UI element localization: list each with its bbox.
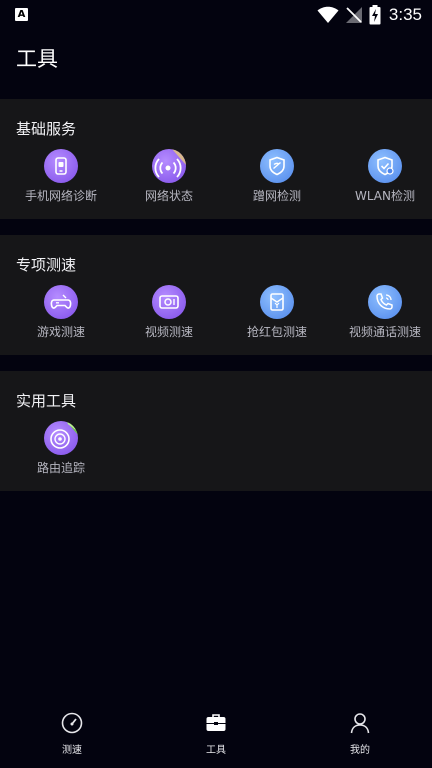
nav-label: 工具: [206, 745, 226, 756]
red-packet-icon: [260, 285, 294, 319]
gamepad-icon: [44, 285, 78, 319]
tool-wifi-leech-detection[interactable]: 蹭网检测: [223, 149, 331, 207]
network-status-icon: [152, 149, 186, 183]
tool-phone-network-diagnosis[interactable]: 手机网络诊断: [7, 149, 115, 207]
route-trace-icon: [44, 421, 78, 455]
wifi-leech-shield-icon: [260, 149, 294, 183]
status-bar: A 3:35: [0, 0, 432, 30]
section-title: 基础服务: [16, 120, 77, 138]
nav-mine[interactable]: 我的: [330, 712, 390, 756]
page-title: 工具: [16, 47, 58, 71]
tool-label: WLAN检测: [354, 189, 415, 203]
tool-game-speedtest[interactable]: 游戏测速: [7, 285, 115, 343]
toolbox-icon: [206, 714, 226, 731]
speedometer-icon: [61, 712, 83, 734]
tool-label: 游戏测速: [36, 325, 85, 339]
tool-wlan-detection[interactable]: WLAN检测: [331, 149, 432, 207]
video-call-icon: [368, 285, 402, 319]
tool-label: 视频通话测速: [348, 325, 421, 339]
wlan-check-shield-icon: [368, 149, 402, 183]
tool-red-packet-speedtest[interactable]: 抢红包测速: [223, 285, 331, 343]
bottom-nav: 测速 工具 我的: [0, 700, 432, 768]
tool-video-call-speedtest[interactable]: 视频通话测速: [331, 285, 432, 343]
section-special-speedtest: 专项测速 游戏测速 视频测速 抢红包测速 视频通话测速: [0, 235, 432, 355]
section-title: 实用工具: [16, 392, 77, 410]
battery-charging-icon: [369, 5, 381, 25]
tool-network-status[interactable]: 网络状态: [115, 149, 223, 207]
nav-tools[interactable]: 工具: [186, 712, 246, 756]
tool-label: 网络状态: [144, 189, 193, 203]
app-notification-icon: A: [15, 8, 28, 21]
video-icon: [152, 285, 186, 319]
tool-label: 抢红包测速: [246, 325, 307, 339]
no-signal-icon: [345, 7, 362, 23]
tool-video-speedtest[interactable]: 视频测速: [115, 285, 223, 343]
section-title: 专项测速: [16, 256, 77, 274]
person-icon: [350, 713, 370, 734]
wifi-icon: [317, 6, 339, 23]
tool-route-trace[interactable]: 路由追踪: [7, 421, 115, 479]
tool-label: 手机网络诊断: [24, 189, 97, 203]
status-time: 3:35: [388, 5, 422, 24]
tool-label: 视频测速: [144, 325, 193, 339]
tool-label: 蹭网检测: [252, 189, 301, 203]
tool-label: 路由追踪: [36, 461, 85, 475]
section-basic-services: 基础服务 手机网络诊断 网络状态 蹭网检测 WLAN检测: [0, 99, 432, 219]
nav-label: 我的: [350, 745, 370, 756]
nav-speedtest[interactable]: 测速: [42, 712, 102, 756]
nav-label: 测速: [62, 745, 82, 756]
section-utility-tools: 实用工具 路由追踪: [0, 371, 432, 491]
phone-network-icon: [44, 149, 78, 183]
